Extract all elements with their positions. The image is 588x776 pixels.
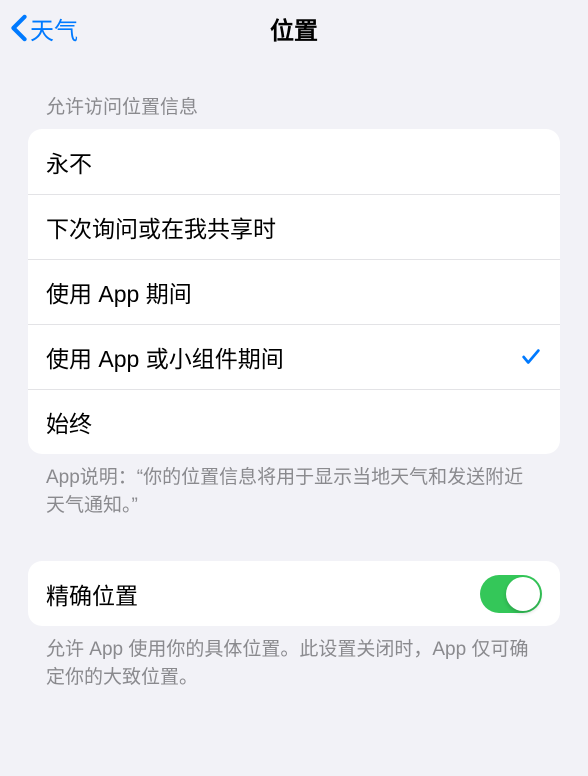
option-always[interactable]: 始终 — [28, 389, 560, 454]
option-while-using-or-widgets[interactable]: 使用 App 或小组件期间 — [28, 324, 560, 389]
precise-location-label: 精确位置 — [46, 577, 138, 611]
option-label: 使用 App 或小组件期间 — [46, 340, 284, 374]
back-label: 天气 — [30, 11, 78, 46]
precise-location-group: 精确位置 — [28, 561, 560, 626]
section-footer-precise: 允许 App 使用你的具体位置。此设置关闭时，App 仅可确定你的大致位置。 — [0, 626, 588, 691]
option-never[interactable]: 永不 — [28, 129, 560, 194]
option-ask-next-time[interactable]: 下次询问或在我共享时 — [28, 194, 560, 259]
section-header-access: 允许访问位置信息 — [0, 56, 588, 129]
back-button[interactable]: 天气 — [8, 11, 78, 46]
precise-location-toggle[interactable] — [480, 575, 542, 613]
access-options-group: 永不 下次询问或在我共享时 使用 App 期间 使用 App 或小组件期间 始终 — [28, 129, 560, 454]
option-label: 下次询问或在我共享时 — [46, 210, 276, 244]
chevron-left-icon — [10, 14, 28, 42]
precise-location-cell[interactable]: 精确位置 — [28, 561, 560, 626]
option-label: 使用 App 期间 — [46, 275, 192, 309]
option-label: 永不 — [46, 145, 92, 179]
nav-bar: 天气 位置 — [0, 0, 588, 56]
option-while-using[interactable]: 使用 App 期间 — [28, 259, 560, 324]
page-title: 位置 — [270, 11, 318, 46]
checkmark-icon — [520, 346, 542, 368]
section-footer-access: App说明：“你的位置信息将用于显示当地天气和发送附近天气通知。” — [0, 454, 588, 519]
toggle-knob — [506, 577, 540, 611]
option-label: 始终 — [46, 405, 92, 439]
